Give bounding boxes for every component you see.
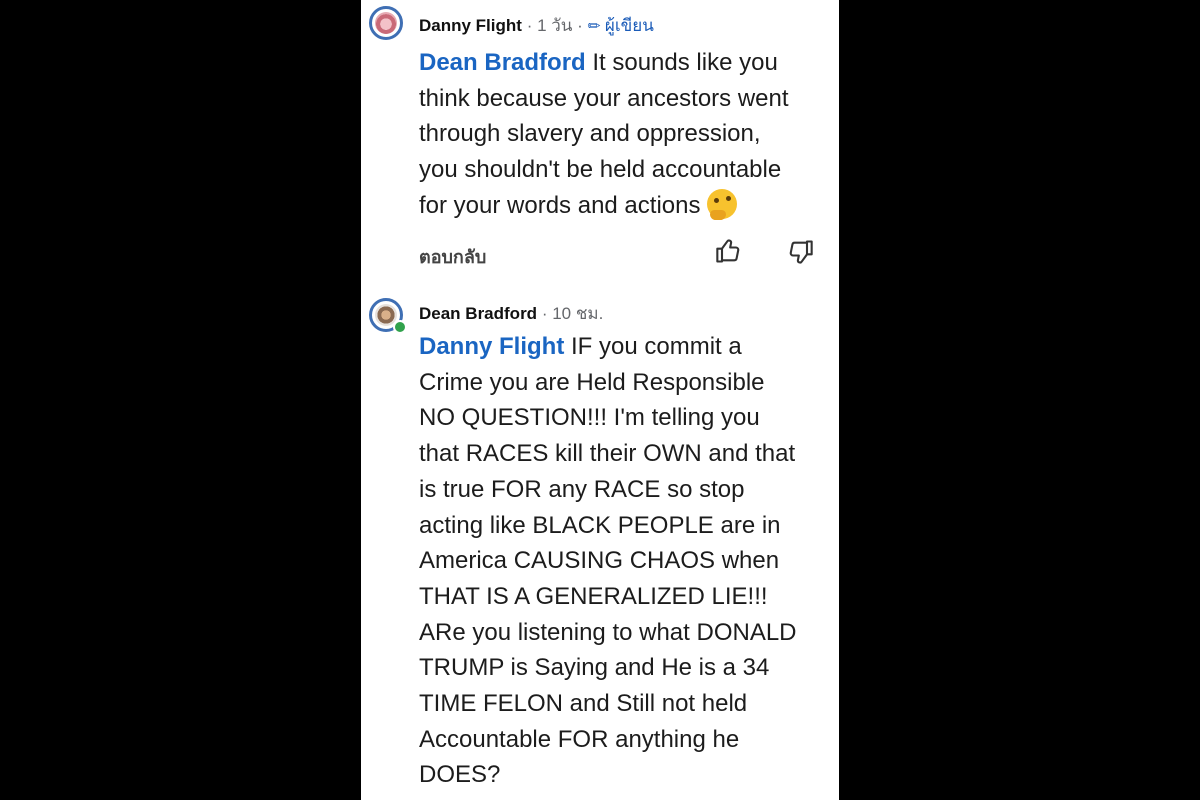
text-line: Danny Flight IF you commit a bbox=[419, 333, 742, 360]
text-line: THAT IS A GENERALIZED LIE!!! bbox=[419, 582, 768, 610]
separator-dot: · bbox=[541, 304, 553, 323]
comment-author[interactable]: Danny Flight bbox=[419, 16, 522, 35]
online-status-indicator bbox=[393, 320, 407, 334]
mention-link[interactable]: Danny Flight bbox=[419, 333, 564, 360]
text-line: you shouldn't be held accountable bbox=[419, 156, 782, 184]
text-line: TIME FELON and Still not held bbox=[419, 690, 748, 718]
text-line: NO QUESTION!!! I'm telling you bbox=[419, 404, 760, 432]
text-line: is true FOR any RACE so stop bbox=[419, 475, 745, 503]
comment-1-actions: ตอบกลับ bbox=[419, 242, 829, 271]
text-line: ARe you listening to what DONALD bbox=[419, 618, 797, 646]
text-line: America CAUSING CHAOS when bbox=[419, 547, 780, 575]
text-line: Dean Bradford It sounds like you bbox=[419, 49, 778, 76]
author-badge-label: ผู้เขียน bbox=[604, 16, 654, 35]
comment-2-text: Danny Flight IF you commit a Crime you a… bbox=[419, 329, 829, 793]
text-line: TRUMP is Saying and He is a 34 bbox=[419, 654, 770, 682]
thumbs-up-icon[interactable] bbox=[715, 237, 743, 265]
text-line: Crime you are Held Responsible bbox=[419, 368, 765, 396]
avatar-danny-flight[interactable] bbox=[369, 6, 403, 40]
comment-author[interactable]: Dean Bradford bbox=[419, 304, 537, 323]
text-line: that RACES kill their OWN and that bbox=[419, 440, 796, 468]
comment-2: Dean Bradford · 10 ชม. Danny Flight IF y… bbox=[361, 290, 839, 800]
text-line: through slavery and oppression, bbox=[419, 120, 761, 148]
thumbs-down-icon[interactable] bbox=[786, 238, 814, 266]
reply-button[interactable]: ตอบกลับ bbox=[419, 247, 486, 267]
comment-time[interactable]: 1 วัน bbox=[537, 16, 572, 35]
author-badge: ✎ ผู้เขียน bbox=[584, 16, 654, 37]
comment-1-header: Danny Flight · 1 วัน · ✎ ผู้เขียน bbox=[419, 12, 654, 39]
comment-thread: Danny Flight · 1 วัน · ✎ ผู้เขียน Dean B… bbox=[361, 0, 839, 800]
comment-1-text: Dean Bradford It sounds like you think b… bbox=[419, 45, 829, 224]
text-line: DOES? bbox=[419, 761, 501, 789]
text-line: Accountable FOR anything he bbox=[419, 725, 740, 753]
comment-1: Danny Flight · 1 วัน · ✎ ผู้เขียน Dean B… bbox=[361, 0, 839, 290]
thinking-face-emoji bbox=[707, 188, 738, 220]
text-line: acting like BLACK PEOPLE are in bbox=[419, 511, 781, 539]
separator-dot: · bbox=[526, 16, 538, 35]
comment-2-header: Dean Bradford · 10 ชม. bbox=[419, 300, 603, 327]
text-line: think because your ancestors went bbox=[419, 84, 789, 112]
mention-link[interactable]: Dean Bradford bbox=[419, 49, 586, 76]
text-line: for your words and actions bbox=[419, 188, 829, 224]
comment-time[interactable]: 10 ชม. bbox=[552, 304, 603, 323]
